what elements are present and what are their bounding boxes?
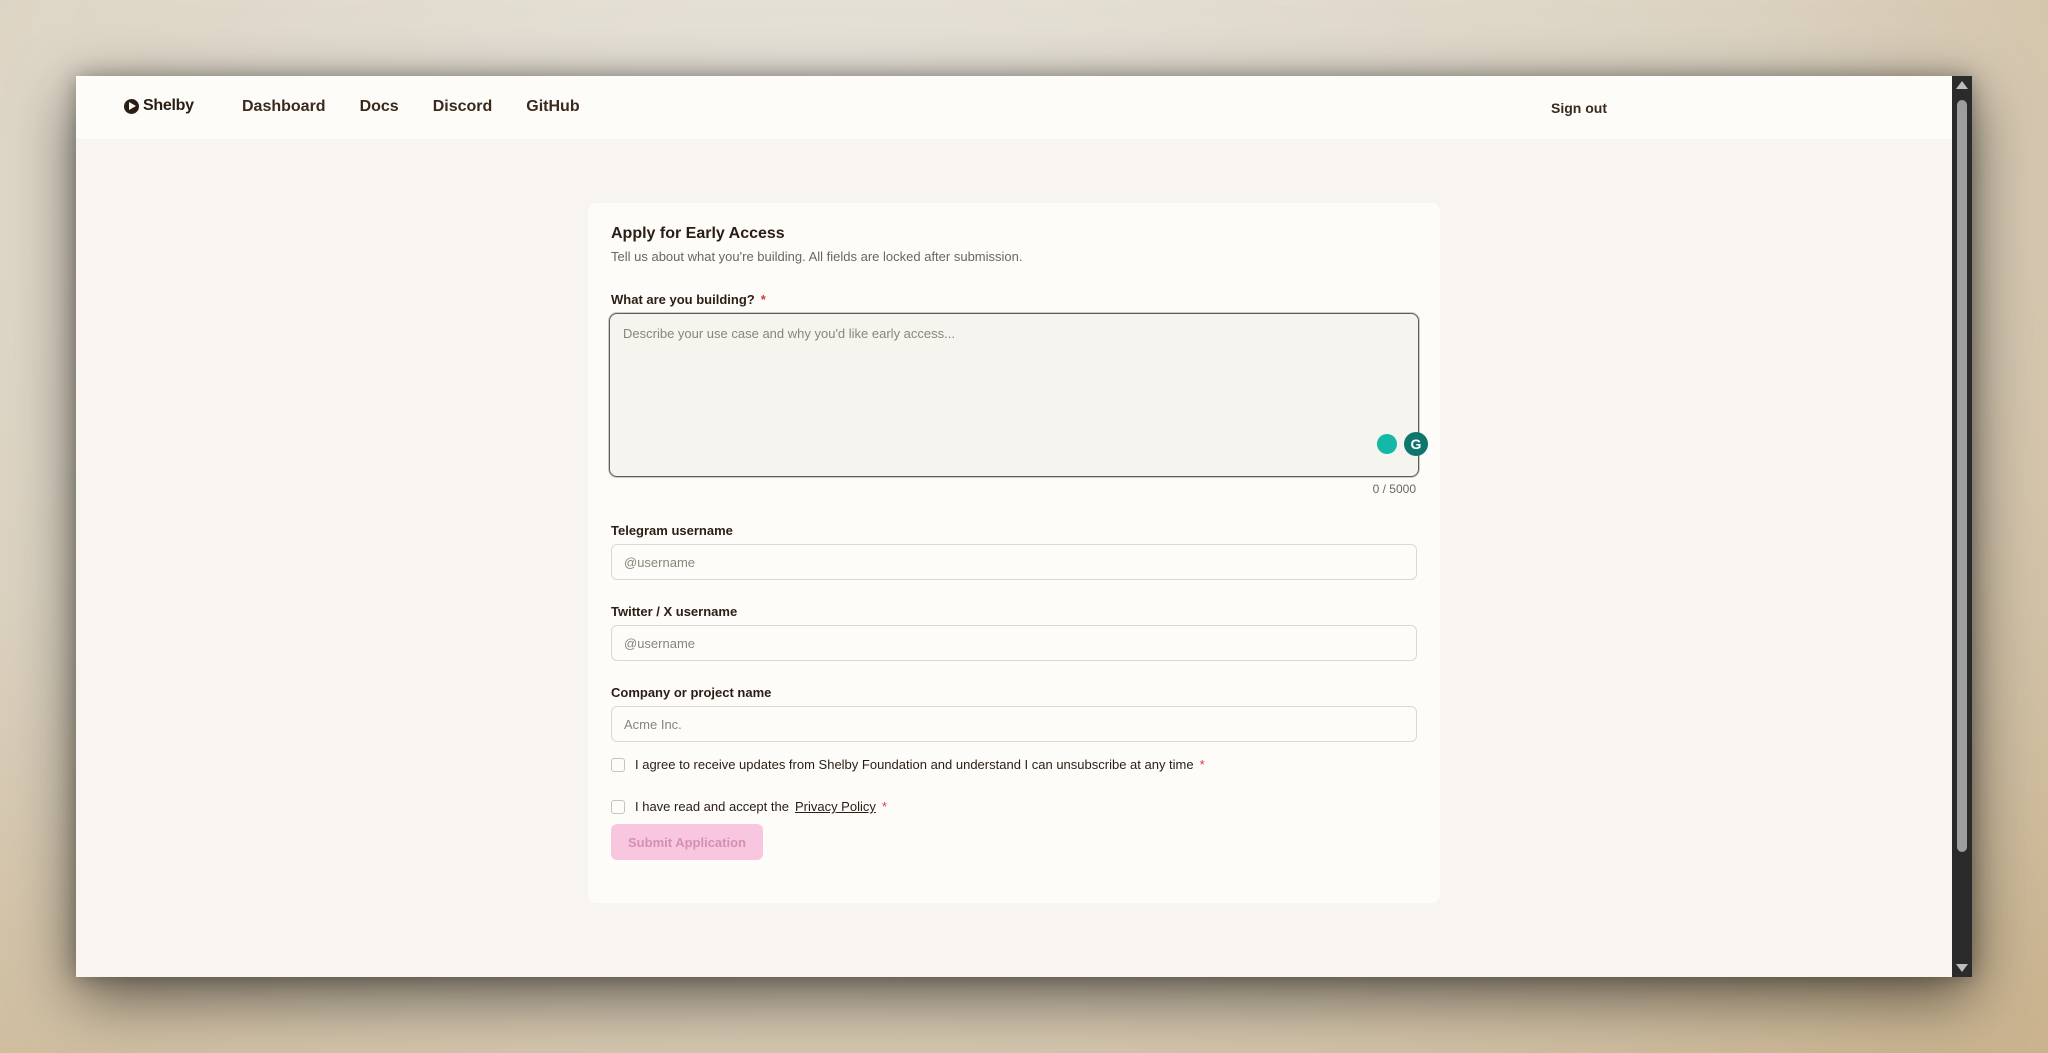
required-mark: * [760, 292, 766, 307]
consent-updates-checkbox[interactable] [611, 757, 625, 772]
building-label: What are you building? * [611, 292, 766, 307]
consent-updates-row: I agree to receive updates from Shelby F… [611, 757, 1205, 772]
scroll-down-arrow-icon[interactable] [1956, 964, 1968, 972]
consent-privacy-text: I have read and accept the [635, 799, 789, 814]
form-title: Apply for Early Access [611, 225, 785, 242]
consent-updates-text: I agree to receive updates from Shelby F… [635, 757, 1194, 772]
consent-privacy-row: I have read and accept the Privacy Polic… [611, 799, 887, 814]
twitter-label: Twitter / X username [611, 604, 738, 619]
scroll-up-arrow-icon[interactable] [1956, 81, 1968, 89]
nav-link-docs[interactable]: Docs [360, 98, 399, 116]
top-navigation: Shelby Dashboard Docs Discord GitHub Sig… [76, 76, 1952, 139]
brand-logo[interactable]: Shelby [124, 97, 194, 115]
privacy-policy-link[interactable]: Privacy Policy [795, 799, 876, 814]
consent-privacy-checkbox[interactable] [611, 799, 625, 814]
shelby-logo-icon [124, 98, 139, 114]
early-access-form-card: Apply for Early Access Tell us about wha… [588, 203, 1440, 903]
building-textarea[interactable] [609, 313, 1419, 477]
lightbulb-icon[interactable] [1377, 434, 1397, 454]
telegram-username-input[interactable] [611, 544, 1417, 580]
twitter-username-input[interactable] [611, 625, 1417, 661]
character-counter: 0 / 5000 [1372, 482, 1416, 496]
submit-application-button[interactable]: Submit Application [611, 824, 763, 860]
browser-window: Shelby Dashboard Docs Discord GitHub Sig… [76, 76, 1972, 977]
nav-links: Dashboard Docs Discord GitHub [242, 98, 580, 116]
telegram-label: Telegram username [611, 523, 733, 538]
form-subtitle: Tell us about what you're building. All … [611, 249, 1023, 264]
company-name-input[interactable] [611, 706, 1417, 742]
company-label: Company or project name [611, 685, 772, 700]
nav-link-discord[interactable]: Discord [433, 98, 493, 116]
sign-out-link[interactable]: Sign out [1551, 100, 1607, 116]
required-mark: * [1199, 757, 1205, 772]
building-label-text: What are you building? [611, 292, 755, 307]
nav-link-dashboard[interactable]: Dashboard [242, 98, 326, 116]
brand-name: Shelby [143, 97, 194, 114]
scrollbar-thumb[interactable] [1957, 100, 1967, 852]
required-mark: * [881, 799, 887, 814]
vertical-scrollbar[interactable] [1952, 76, 1972, 977]
grammarly-icon[interactable]: G [1404, 432, 1428, 456]
nav-link-github[interactable]: GitHub [526, 98, 579, 116]
